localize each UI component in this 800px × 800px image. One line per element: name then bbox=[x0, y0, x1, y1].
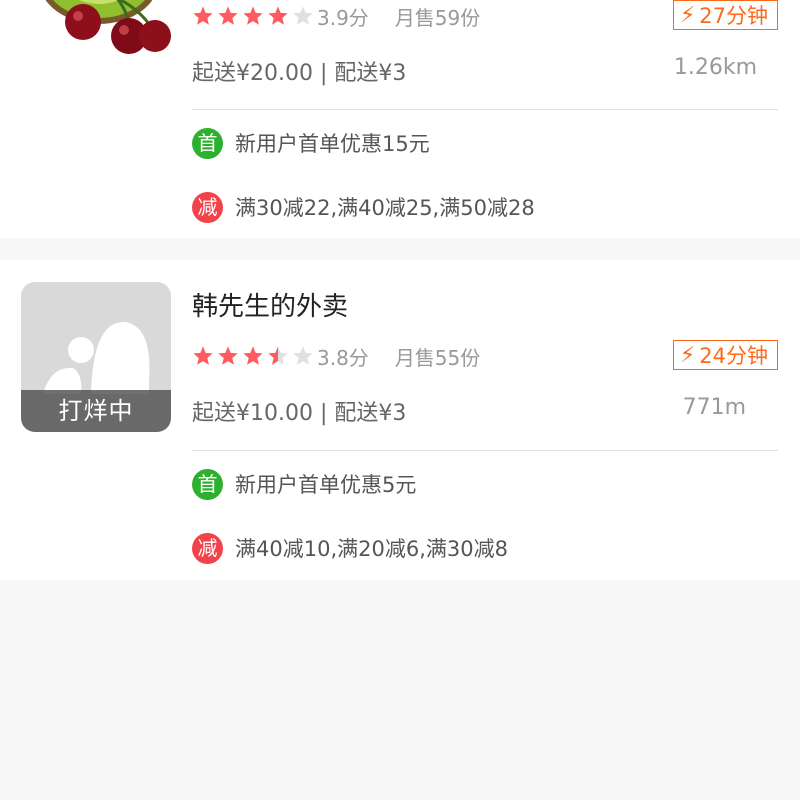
first-order-icon: 首 bbox=[192, 468, 223, 500]
delivery-fee-info: 起送¥10.00 | 配送¥3 bbox=[192, 401, 407, 426]
shop-thumbnail bbox=[21, 0, 171, 60]
promotion-text: 新用户首单优惠5元 bbox=[235, 473, 417, 497]
first-order-icon: 首 bbox=[192, 127, 223, 159]
monthly-sales: 月售55份 bbox=[394, 345, 481, 370]
star-full-icon bbox=[193, 6, 213, 25]
star-rating bbox=[192, 345, 314, 367]
star-full-icon bbox=[243, 6, 263, 25]
shop-thumbnail: 打烊中 bbox=[21, 282, 171, 432]
star-full-icon bbox=[218, 6, 238, 25]
promotion-discount: 减 满40减10,满20减6,满30减8 bbox=[192, 532, 508, 564]
shop-distance: 1.26km bbox=[673, 55, 757, 80]
promotion-first-order: 首 新用户首单优惠5元 bbox=[192, 468, 416, 500]
shop-name[interactable]: 韩先生的外卖 bbox=[192, 286, 348, 323]
rating-row: 3.9分 月售59份 bbox=[192, 1, 480, 31]
delivery-time: 24分钟 bbox=[699, 344, 768, 368]
rating-score: 3.9分 bbox=[317, 5, 369, 30]
shop-distance: 771m bbox=[682, 395, 746, 420]
lightning-icon: ⚡ bbox=[679, 342, 696, 368]
delivery-time: 27分钟 bbox=[699, 4, 768, 28]
promotion-text: 满30减22,满40减25,满50减28 bbox=[235, 196, 535, 220]
star-empty-icon bbox=[293, 346, 313, 365]
star-full-icon bbox=[193, 346, 213, 365]
promotion-discount: 减 满30减22,满40减25,满50减28 bbox=[192, 191, 535, 223]
star-empty-icon bbox=[293, 6, 313, 25]
discount-icon: 减 bbox=[192, 532, 223, 564]
fruit-kiwi-cherry-icon bbox=[45, 0, 171, 54]
promotion-text: 满40减10,满20减6,满30减8 bbox=[235, 537, 508, 561]
closed-status-banner: 打烊中 bbox=[21, 390, 171, 432]
discount-icon: 减 bbox=[192, 191, 223, 223]
monthly-sales: 月售59份 bbox=[394, 5, 481, 30]
divider bbox=[192, 450, 778, 451]
divider bbox=[192, 109, 778, 110]
shop-card[interactable]: 打烊中 韩先生的外卖 3.8分 月售55份 ⚡ 24分钟 起送¥10.00 | … bbox=[0, 260, 800, 580]
delivery-time-badge: ⚡ 27分钟 bbox=[672, 0, 778, 30]
star-full-icon bbox=[268, 6, 288, 25]
star-full-icon bbox=[218, 346, 238, 365]
star-rating bbox=[192, 5, 314, 27]
rating-row: 3.8分 月售55份 bbox=[192, 341, 480, 371]
star-full-icon bbox=[243, 346, 263, 365]
shop-card[interactable]: 3.9分 月售59份 ⚡ 27分钟 起送¥20.00 | 配送¥3 1.26km… bbox=[0, 0, 800, 238]
delivery-time-badge: ⚡ 24分钟 bbox=[672, 340, 778, 370]
promotion-first-order: 首 新用户首单优惠15元 bbox=[192, 127, 430, 159]
lightning-icon: ⚡ bbox=[679, 2, 696, 28]
star-half-icon bbox=[268, 346, 288, 365]
rating-score: 3.8分 bbox=[317, 345, 369, 370]
delivery-fee-info: 起送¥20.00 | 配送¥3 bbox=[192, 61, 407, 86]
promotion-text: 新用户首单优惠15元 bbox=[235, 132, 430, 156]
